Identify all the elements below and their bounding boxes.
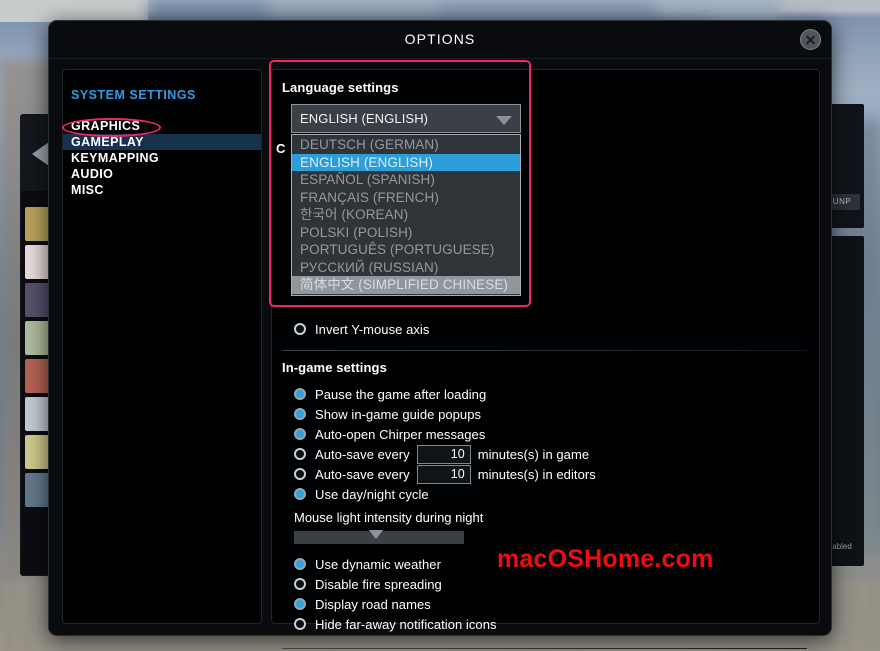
option-label: Invert Y-mouse axis <box>315 321 430 337</box>
option-suffix: minutes(s) in editors <box>477 466 596 482</box>
sidebar-item-misc[interactable]: MISC <box>63 182 261 198</box>
option-invert-y-mouse-axis[interactable]: Invert Y-mouse axis <box>294 319 807 339</box>
option-display-road-names[interactable]: Display road names <box>294 594 807 614</box>
radio-autosave-game[interactable] <box>294 448 306 460</box>
dropdown-option-spanish[interactable]: ESPAÑOL (SPANISH) <box>292 171 520 189</box>
dropdown-option-french[interactable]: FRANÇAIS (FRENCH) <box>292 189 520 207</box>
option-autosave-game[interactable]: Auto-save every 10 minutes(s) in game <box>294 444 807 464</box>
autosave-editors-minutes-input[interactable]: 10 <box>416 464 471 484</box>
ingame-section-title: In-game settings <box>282 360 387 375</box>
arrow-left-icon <box>32 142 49 166</box>
option-hide-far-away-icons[interactable]: Hide far-away notification icons <box>294 614 807 634</box>
option-day-night-cycle[interactable]: Use day/night cycle <box>294 484 807 504</box>
obscured-section-label: C <box>276 141 286 156</box>
dialog-body: SYSTEM SETTINGS GRAPHICS GAMEPLAY KEYMAP… <box>49 59 831 649</box>
option-auto-open-chirper[interactable]: Auto-open Chirper messages <box>294 424 807 444</box>
option-autosave-editors[interactable]: Auto-save every 10 minutes(s) in editors <box>294 464 807 484</box>
sidebar-item-audio[interactable]: AUDIO <box>63 166 261 182</box>
language-dropdown-value: ENGLISH (ENGLISH) <box>300 111 429 126</box>
sidebar: SYSTEM SETTINGS GRAPHICS GAMEPLAY KEYMAP… <box>62 69 262 624</box>
option-label: Hide far-away notification icons <box>315 616 497 632</box>
mouse-light-intensity-slider[interactable] <box>294 530 464 544</box>
page-title: OPTIONS <box>404 31 476 47</box>
radio-auto-open-chirper[interactable] <box>294 428 306 440</box>
option-label: Show in-game guide popups <box>315 406 482 422</box>
radio-dynamic-weather[interactable] <box>294 558 306 570</box>
bottom-divider <box>282 648 807 649</box>
dropdown-option-german[interactable]: DEUTSCH (GERMAN) <box>292 136 520 154</box>
option-label: Disable fire spreading <box>315 576 442 592</box>
dropdown-option-simplified-chinese[interactable]: 简体中文 (SIMPLIFIED CHINESE) <box>292 276 520 294</box>
sidebar-heading: SYSTEM SETTINGS <box>71 88 196 102</box>
option-dynamic-weather[interactable]: Use dynamic weather <box>294 554 807 574</box>
sidebar-item-keymapping[interactable]: KEYMAPPING <box>63 150 261 166</box>
language-dropdown-trigger[interactable]: ENGLISH (ENGLISH) <box>291 104 521 133</box>
close-icon[interactable] <box>800 29 821 50</box>
radio-hide-far-away-icons[interactable] <box>294 618 306 630</box>
radio-invert-y-mouse-axis[interactable] <box>294 323 306 335</box>
option-label: Auto-open Chirper messages <box>315 426 486 442</box>
language-dropdown-list[interactable]: DEUTSCH (GERMAN) ENGLISH (ENGLISH) ESPAÑ… <box>291 134 521 296</box>
dropdown-option-portuguese[interactable]: PORTUGUÊS (PORTUGUESE) <box>292 241 520 259</box>
dropdown-option-russian[interactable]: РУССКИЙ (RUSSIAN) <box>292 259 520 277</box>
language-section-title: Language settings <box>282 80 399 95</box>
radio-show-guide-popups[interactable] <box>294 408 306 420</box>
option-label: Pause the game after loading <box>315 386 487 402</box>
dialog-titlebar: OPTIONS <box>49 21 831 59</box>
radio-autosave-editors[interactable] <box>294 468 306 480</box>
option-pause-after-loading[interactable]: Pause the game after loading <box>294 384 807 404</box>
option-label: Use day/night cycle <box>315 486 429 502</box>
autosave-game-minutes-input[interactable]: 10 <box>416 444 471 464</box>
option-label: Use dynamic weather <box>315 556 441 572</box>
chevron-down-icon <box>496 116 512 125</box>
option-disable-fire-spreading[interactable]: Disable fire spreading <box>294 574 807 594</box>
dropdown-option-polish[interactable]: POLSKI (POLISH) <box>292 224 520 242</box>
sidebar-item-gameplay[interactable]: GAMEPLAY <box>63 134 261 150</box>
radio-display-road-names[interactable] <box>294 598 306 610</box>
settings-content: Language settings C ENGLISH (ENGLISH) DE… <box>271 69 820 649</box>
mouse-light-intensity-label: Mouse light intensity during night <box>294 510 484 525</box>
radio-disable-fire-spreading[interactable] <box>294 578 306 590</box>
option-suffix: minutes(s) in game <box>477 446 590 462</box>
radio-day-night-cycle[interactable] <box>294 488 306 500</box>
sidebar-item-graphics[interactable]: GRAPHICS <box>63 118 261 134</box>
option-show-guide-popups[interactable]: Show in-game guide popups <box>294 404 807 424</box>
radio-pause-after-loading[interactable] <box>294 388 306 400</box>
section-divider <box>282 350 807 351</box>
option-label: Auto-save every <box>315 446 410 462</box>
option-label: Display road names <box>315 596 431 612</box>
dropdown-option-english[interactable]: ENGLISH (ENGLISH) <box>292 153 520 171</box>
language-dropdown[interactable]: ENGLISH (ENGLISH) DEUTSCH (GERMAN) ENGLI… <box>291 104 521 296</box>
dropdown-option-korean[interactable]: 한국어 (KOREAN) <box>292 206 520 224</box>
screen: UNP abled OPTIONS SYSTEM SETTINGS GRAPHI… <box>0 0 880 651</box>
slider-thumb[interactable] <box>368 530 383 539</box>
options-dialog: OPTIONS SYSTEM SETTINGS GRAPHICS GAMEPLA… <box>48 20 832 649</box>
option-label: Auto-save every <box>315 466 410 482</box>
